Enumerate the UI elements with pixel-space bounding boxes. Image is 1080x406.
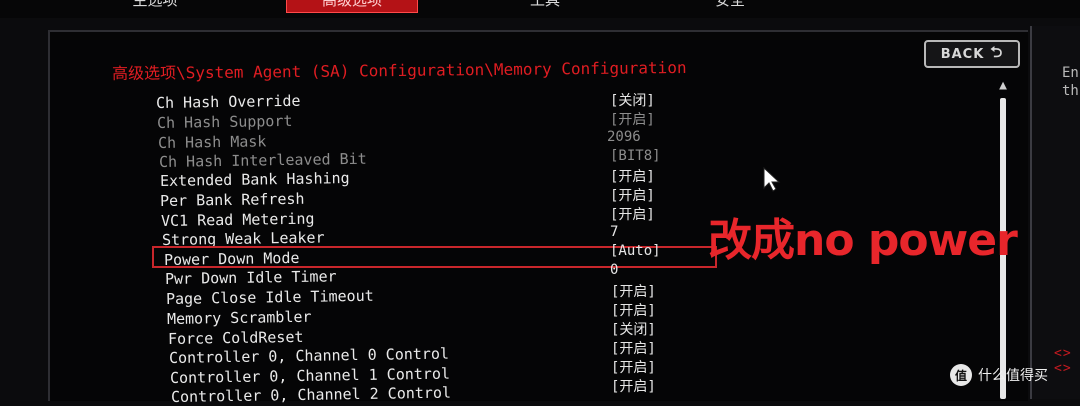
- setting-row[interactable]: Pwr Down Idle Timer: [165, 267, 337, 288]
- setting-value[interactable]: [关闭]: [611, 319, 656, 339]
- setting-row[interactable]: Memory Scrambler: [167, 308, 312, 328]
- back-button[interactable]: BACK ⮌: [924, 40, 1020, 68]
- setting-value[interactable]: [开启]: [611, 357, 656, 377]
- setting-value: 2096: [607, 129, 641, 145]
- nav-arrows-icon: <> <>: [1054, 346, 1072, 376]
- setting-value[interactable]: [Auto]: [610, 243, 661, 259]
- return-arrow-icon: ⮌: [990, 42, 1004, 61]
- setting-row: Ch Hash Mask: [158, 132, 267, 152]
- setting-name: Pwr Down Idle Timer: [164, 267, 337, 288]
- setting-row[interactable]: Extended Bank Hashing: [160, 169, 350, 190]
- annotation-text: 改成no power: [708, 215, 1018, 266]
- setting-row[interactable]: Page Close Idle Timeout: [166, 287, 374, 308]
- setting-value: [BIT8]: [610, 148, 661, 164]
- setting-row-selected[interactable]: Power Down Mode: [164, 249, 300, 269]
- setting-name: Ch Hash Override: [155, 91, 301, 112]
- setting-value[interactable]: [开启]: [610, 185, 655, 205]
- setting-name: Power Down Mode: [163, 248, 300, 269]
- setting-value[interactable]: 7: [610, 224, 618, 240]
- tab-security[interactable]: 安全: [690, 0, 770, 12]
- back-label: BACK: [940, 46, 985, 62]
- tab-advanced[interactable]: 高级选项: [286, 0, 418, 13]
- mouse-pointer-icon: [762, 166, 782, 196]
- help-line-1: En: [1062, 65, 1079, 81]
- setting-value[interactable]: [开启]: [611, 281, 656, 301]
- setting-name: Force ColdReset: [167, 327, 304, 348]
- setting-name: Ch Hash Interleaved Bit: [158, 149, 367, 171]
- setting-name: Memory Scrambler: [166, 307, 312, 328]
- setting-row: Ch Hash Support: [157, 112, 293, 132]
- setting-row: Ch Hash Interleaved Bit: [159, 150, 367, 171]
- setting-row[interactable]: Ch Hash Override: [156, 92, 301, 112]
- watermark-logo-icon: 值: [950, 364, 972, 386]
- setting-value[interactable]: 0: [610, 262, 618, 278]
- tab-tools[interactable]: 工具: [500, 0, 590, 12]
- setting-name: Per Bank Refresh: [159, 189, 305, 210]
- watermark: 值 什么值得买: [950, 364, 1048, 386]
- setting-name: Extended Bank Hashing: [159, 169, 350, 190]
- tab-main[interactable]: 主选项: [100, 0, 210, 12]
- setting-name: VC1 Read Metering: [160, 209, 315, 230]
- tab-strip: 主选项 高级选项 工具 安全: [0, 0, 1080, 18]
- setting-row[interactable]: Controller 0, Channel 2 Control: [171, 384, 451, 406]
- setting-value[interactable]: [开启]: [611, 300, 656, 320]
- help-line-2: th: [1062, 83, 1079, 99]
- setting-name: Ch Hash Mask: [157, 132, 267, 152]
- setting-name: Controller 0, Channel 2 Control: [170, 383, 452, 406]
- setting-value[interactable]: [开启]: [610, 166, 655, 186]
- setting-row[interactable]: VC1 Read Metering: [161, 210, 315, 230]
- help-panel: En th <> <>: [1030, 26, 1080, 399]
- setting-value[interactable]: [关闭]: [610, 90, 655, 110]
- setting-value[interactable]: [开启]: [611, 338, 656, 358]
- setting-name: Page Close Idle Timeout: [165, 286, 374, 308]
- setting-value: [开启]: [610, 112, 655, 128]
- setting-value[interactable]: [开启]: [611, 376, 656, 396]
- help-text: En th: [1062, 64, 1079, 100]
- setting-name: Ch Hash Support: [156, 111, 293, 132]
- setting-row[interactable]: Force ColdReset: [168, 328, 304, 348]
- scroll-up-icon[interactable]: ▲: [994, 78, 1012, 96]
- setting-value[interactable]: [开启]: [610, 204, 655, 224]
- setting-row[interactable]: Per Bank Refresh: [160, 190, 305, 210]
- watermark-text: 什么值得买: [978, 368, 1048, 384]
